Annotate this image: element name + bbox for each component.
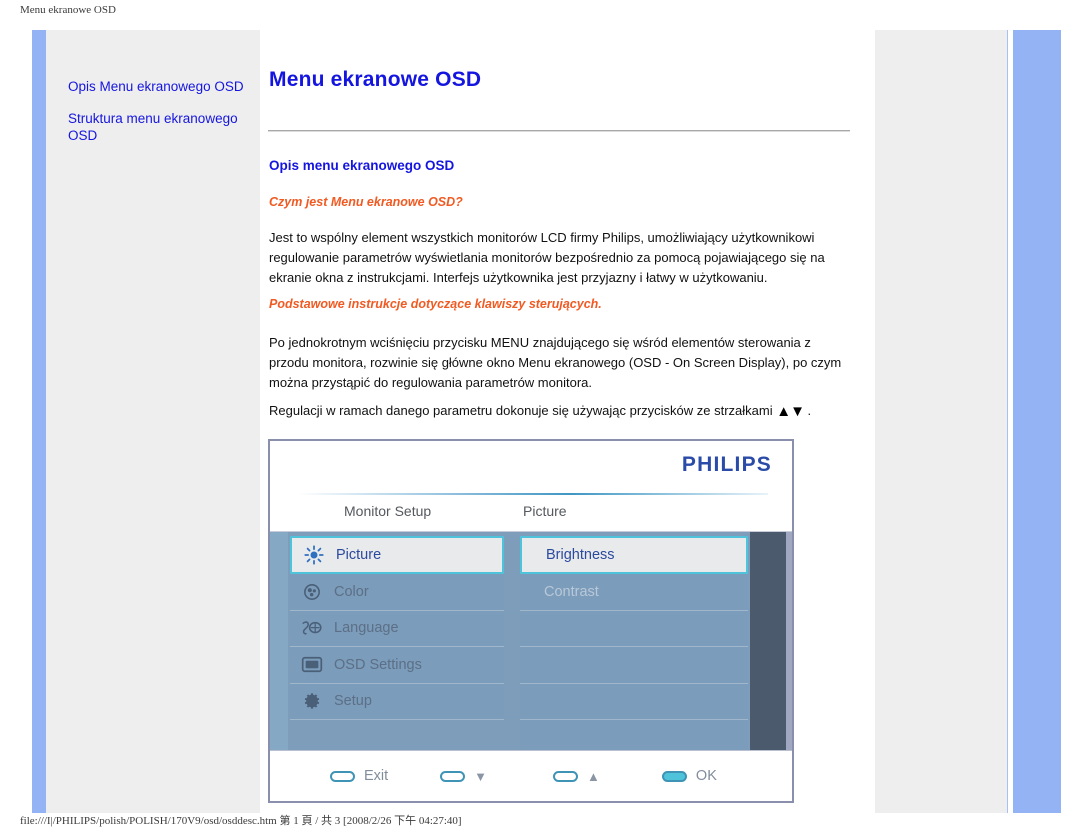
osd-menu-item-picture[interactable]: Picture [290,536,504,574]
osd-button-label: OK [695,768,717,784]
gear-icon [290,691,334,711]
subheading-podstawowe-instrukcje: Podstawowe instrukcje dotyczące klawiszy… [269,297,602,311]
osd-option-brightness[interactable]: Brightness [520,536,748,574]
paragraph-arrows-text-before: Regulacji w ramach danego parametru doko… [269,403,777,418]
osd-menu-column: Picture Color Language OSD Settings Setu… [288,532,506,750]
browser-print-header: Menu ekranowe OSD [20,4,116,16]
right-filler-panel [874,30,1008,813]
subheading-czym-jest: Czym jest Menu ekranowe OSD? [269,195,463,209]
button-pill-icon [330,770,355,782]
main-content: Menu ekranowe OSD Opis menu ekranowego O… [260,30,874,813]
button-pill-icon [553,770,579,782]
osd-right-strip [786,532,792,750]
osd-button-bar: Exit ▼ ▲ OK [270,750,792,801]
osd-header: PHILIPS [270,441,792,497]
osd-scrollbar[interactable] [750,532,786,750]
osd-option-empty[interactable] [520,683,748,720]
osd-button-ok[interactable]: OK [661,768,717,784]
color-wheel-icon [290,582,334,602]
osd-menu-item-osd-settings[interactable]: OSD Settings [290,647,504,684]
osd-menu-item-label: Setup [334,693,372,710]
osd-menu-item-setup[interactable]: Setup [290,683,504,720]
sidebar: Opis Menu ekranowego OSD Struktura menu … [46,30,260,813]
paragraph-menu-button: Po jednokrotnym wciśnięciu przycisku MEN… [269,335,842,390]
osd-tab-monitor-setup[interactable]: Monitor Setup [344,503,431,519]
paragraph-opis: Jest to wspólny element wszystkich monit… [269,230,825,285]
language-icon [290,618,334,638]
paragraph-arrows-text-after: . [803,403,812,418]
brightness-sun-icon [292,545,336,565]
osd-button-down[interactable]: ▼ [440,770,487,783]
osd-button-exit[interactable]: Exit [330,768,388,784]
left-blue-rail [32,30,47,813]
osd-menu-item-label: OSD Settings [334,656,422,673]
browser-print-footer: file:///I|/PHILIPS/polish/POLISH/170V9/o… [20,815,462,827]
arrow-up-icon: ▲ [587,768,600,784]
osd-menu-item-label: Picture [336,547,382,563]
osd-body: Picture Color Language OSD Settings Setu… [270,532,792,757]
monitor-icon [290,655,334,674]
right-blue-rail [1013,30,1061,813]
section-title: Opis menu ekranowego OSD [269,158,455,173]
page-title: Menu ekranowe OSD [269,68,482,91]
osd-menu-item-color[interactable]: Color [290,574,504,611]
philips-logo: PHILIPS [681,453,772,476]
updown-arrow-icon: ▲▼ [776,403,805,420]
osd-options-column: Brightness Contrast [518,532,750,757]
osd-screenshot: PHILIPS Monitor Setup Picture Picture Co… [268,439,794,803]
arrow-down-icon: ▼ [474,768,488,784]
osd-tab-picture[interactable]: Picture [523,503,567,519]
sidebar-link-list: Opis Menu ekranowego OSD Struktura menu … [68,78,250,159]
osd-option-empty[interactable] [520,647,748,684]
osd-column-gap [506,532,518,750]
osd-menu-item-label: Language [334,620,399,637]
osd-left-strip [270,532,288,750]
osd-option-empty[interactable] [520,610,748,647]
osd-button-label: Exit [364,768,389,784]
sidebar-item-opis-menu[interactable]: Opis Menu ekranowego OSD [68,78,250,95]
osd-gradient-divider [298,493,768,495]
paragraph-arrows: Regulacji w ramach danego parametru doko… [269,401,854,422]
osd-tab-bar: Monitor Setup Picture [270,497,792,532]
button-pill-icon [440,770,466,782]
osd-option-contrast[interactable]: Contrast [520,574,748,611]
sidebar-item-struktura-menu[interactable]: Struktura menu ekranowego OSD [68,110,250,144]
page-frame: Opis Menu ekranowego OSD Struktura menu … [0,22,1080,813]
osd-menu-item-label: Color [334,583,369,600]
osd-button-up[interactable]: ▲ [553,770,600,783]
title-divider [268,130,850,132]
button-pill-icon [661,770,687,782]
osd-menu-item-language[interactable]: Language [290,610,504,647]
